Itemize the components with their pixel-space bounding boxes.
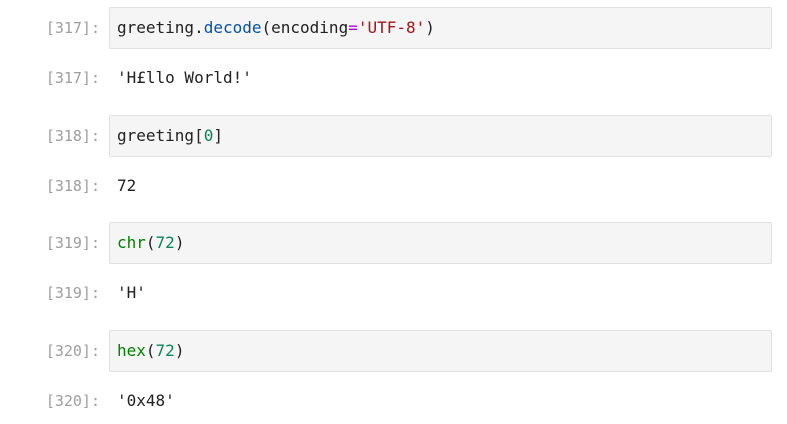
output-cell-318: [318]: 72 xyxy=(0,165,787,207)
code-token-builtin: chr xyxy=(117,233,146,252)
input-cell-318: [318]: greeting[0] xyxy=(0,115,787,157)
input-cell-320: [320]: hex(72) xyxy=(0,330,787,372)
code-input-area[interactable]: hex(72) xyxy=(109,330,772,372)
code-token-number: 72 xyxy=(155,341,175,360)
output-prompt: [319]: xyxy=(45,284,100,302)
code-token-number: 0 xyxy=(203,126,214,145)
output-prompt: [317]: xyxy=(45,69,100,87)
input-cell-319: [319]: chr(72) xyxy=(0,222,787,264)
code-line[interactable]: chr(72) xyxy=(117,223,184,263)
input-prompt: [319]: xyxy=(45,234,100,252)
output-text: 'H' xyxy=(117,283,146,302)
code-input-area[interactable]: chr(72) xyxy=(109,222,772,264)
code-line[interactable]: greeting.decode(encoding='UTF-8') xyxy=(117,8,435,48)
code-input-area[interactable]: greeting[0] xyxy=(109,115,772,157)
code-token: ) xyxy=(174,233,185,252)
code-token: ] xyxy=(213,126,223,145)
output-cell-320: [320]: '0x48' xyxy=(0,380,787,422)
code-token: greeting xyxy=(117,18,195,37)
code-token-operator: = xyxy=(348,18,358,37)
input-prompt: [317]: xyxy=(45,19,100,37)
code-line[interactable]: greeting[0] xyxy=(117,116,223,156)
output-text: 72 xyxy=(117,176,137,195)
code-token-string: 'UTF-8' xyxy=(357,18,426,37)
output-cell-317: [317]: 'H£llo World!' xyxy=(0,57,787,99)
code-input-area[interactable]: greeting.decode(encoding='UTF-8') xyxy=(109,7,772,49)
output-prompt: [320]: xyxy=(45,392,100,410)
output-text: '0x48' xyxy=(117,391,175,410)
code-token: (encoding xyxy=(261,18,349,37)
code-token-builtin: hex xyxy=(117,341,146,360)
code-line[interactable]: hex(72) xyxy=(117,331,184,371)
code-token-function: decode xyxy=(203,18,262,37)
code-token: ) xyxy=(425,18,435,37)
output-cell-319: [319]: 'H' xyxy=(0,272,787,314)
code-token: greeting[ xyxy=(117,126,204,145)
code-token: ) xyxy=(174,341,185,360)
code-token: . xyxy=(194,18,204,37)
output-text: 'H£llo World!' xyxy=(117,68,252,87)
input-prompt: [318]: xyxy=(45,127,100,145)
output-prompt: [318]: xyxy=(45,177,100,195)
code-token: ( xyxy=(145,341,156,360)
input-cell-317: [317]: greeting.decode(encoding='UTF-8') xyxy=(0,7,787,49)
code-token-number: 72 xyxy=(155,233,175,252)
notebook: [317]: greeting.decode(encoding='UTF-8')… xyxy=(0,0,787,424)
code-token: ( xyxy=(145,233,156,252)
input-prompt: [320]: xyxy=(45,342,100,360)
